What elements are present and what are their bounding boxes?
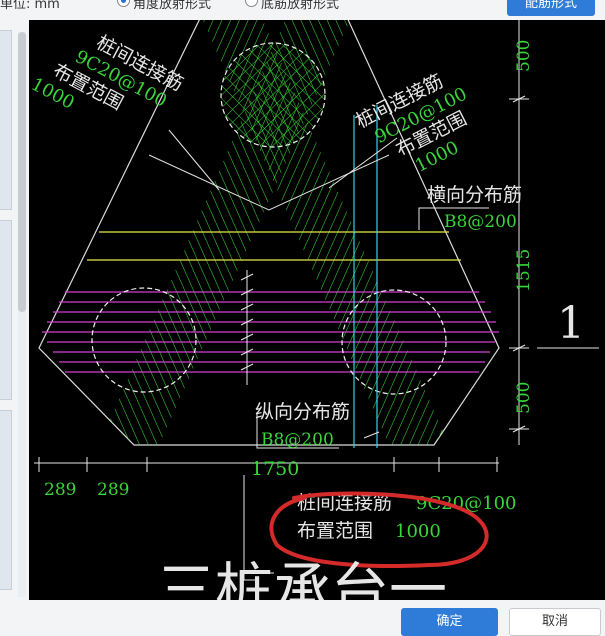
dim-total-text: 1750: [251, 458, 299, 480]
big-drawing-title: 三桩承台一: [157, 556, 447, 600]
section-mark: 1: [557, 298, 585, 349]
longitudinal-spec: B8@200: [261, 430, 334, 450]
dim-mid-text: 1515: [514, 249, 534, 292]
thumbnail-item[interactable]: [0, 410, 12, 590]
yellow-transverse-bars: [87, 231, 461, 261]
transverse-spec: B8@200: [444, 212, 517, 232]
left-connection-annotation: 桩间连接筋 9C20@100 布置范围 1000: [29, 32, 187, 115]
layout-option-bar: 单位: mm 角度放射形式 底筋放射形式 配筋形式: [0, 0, 605, 20]
radio-angle-radial[interactable]: [117, 0, 130, 7]
longitudinal-title: 纵向分布筋: [255, 401, 350, 423]
dim-left2-text: 289: [97, 480, 129, 500]
cancel-button[interactable]: 取消: [509, 608, 601, 636]
dimension-right: [509, 20, 599, 445]
thumbnail-scrollbar[interactable]: [18, 32, 26, 597]
bottom-range-label: 布置范围: [297, 520, 373, 542]
ok-button[interactable]: 确定: [401, 608, 498, 636]
unit-label: 单位: mm: [0, 0, 60, 12]
option-bottom-radial-label[interactable]: 底筋放射形式: [261, 0, 339, 12]
dim-left1-text: 289: [44, 480, 76, 500]
thumbnail-item[interactable]: [0, 30, 12, 210]
dim-top-text: 500: [514, 40, 534, 72]
longitudinal-bar: [240, 270, 254, 385]
rebar-config-button[interactable]: 配筋形式: [507, 0, 595, 16]
right-connection-annotation: 桩间连接筋 9C20@100 布置范围 1000: [352, 70, 470, 177]
scrollbar-thumb[interactable]: [18, 32, 26, 312]
thumbnail-item[interactable]: [0, 220, 12, 400]
cad-drawing-canvas: 500 1515 500 1 289 289 1750 桩间连接筋 9C20@1…: [29, 20, 605, 600]
bottom-range-value: 1000: [395, 521, 441, 542]
dialog-footer: 确定 取消: [0, 600, 605, 636]
transverse-title: 横向分布筋: [427, 184, 522, 206]
radio-bottom-radial[interactable]: [245, 0, 258, 7]
dim-bot-text: 500: [514, 382, 534, 414]
magenta-distribution-bars: [42, 291, 499, 373]
option-angle-radial-label[interactable]: 角度放射形式: [133, 0, 211, 12]
thumbnail-panel: [0, 20, 28, 600]
